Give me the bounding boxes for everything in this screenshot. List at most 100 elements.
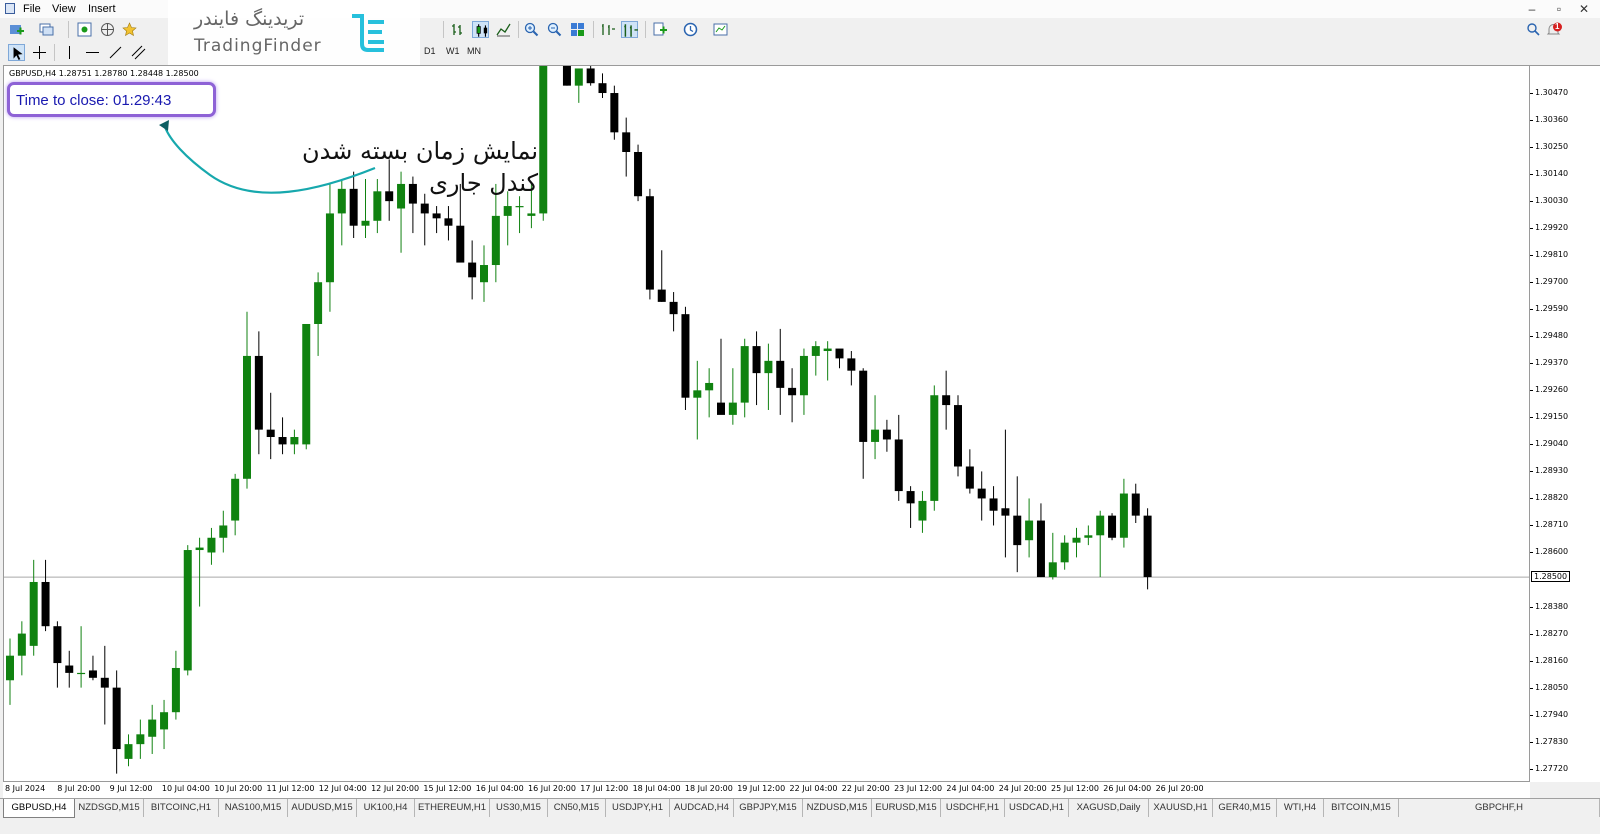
navigator-icon[interactable] xyxy=(99,21,116,38)
candle xyxy=(1096,510,1105,578)
date-axis: 8 Jul 2024 8 Jul 20:00 9 Jul 12:00 10 Jul 0… xyxy=(3,782,1530,798)
candle xyxy=(100,645,109,725)
zoom-in-icon[interactable] xyxy=(523,21,540,38)
chart-tab[interactable]: GBPJPY,M15 xyxy=(734,799,803,817)
candle-body xyxy=(243,355,251,479)
candle-body xyxy=(930,395,939,501)
price-label: 1.29810 xyxy=(1535,250,1569,260)
market-watch-icon[interactable] xyxy=(76,21,93,38)
channel-icon[interactable] xyxy=(130,44,147,61)
chart-tab[interactable]: UK100,H4 xyxy=(357,799,415,817)
candle xyxy=(77,626,86,688)
menu-file[interactable]: File xyxy=(23,3,41,15)
price-tick xyxy=(1530,201,1533,203)
timeframe-mn[interactable]: MN xyxy=(467,46,481,56)
price-label: 1.28600 xyxy=(1535,547,1569,557)
chart-tab[interactable]: NZDUSD,M15 xyxy=(803,799,872,817)
candlestick-icon[interactable] xyxy=(472,21,489,38)
chart-tab[interactable]: AUDCAD,H4 xyxy=(670,799,734,817)
candle-body xyxy=(491,215,500,266)
candle xyxy=(468,240,477,300)
candle xyxy=(254,331,263,455)
candle-body xyxy=(799,355,808,396)
crosshair-icon[interactable] xyxy=(31,44,48,61)
indicators-icon[interactable] xyxy=(652,21,669,38)
price-label: 1.29920 xyxy=(1535,223,1569,233)
candle xyxy=(231,473,240,536)
candle xyxy=(1108,513,1117,541)
chart-tab[interactable]: ETHEREUM,H1 xyxy=(415,799,490,817)
templates-icon[interactable] xyxy=(712,21,729,38)
candle-body xyxy=(1013,515,1022,546)
candle xyxy=(705,368,714,418)
candle-body xyxy=(278,437,287,445)
restore-icon[interactable]: ▫ xyxy=(1549,0,1569,18)
candle xyxy=(728,368,737,425)
chart-tab[interactable]: CN50,M15 xyxy=(548,799,606,817)
chart-tab[interactable]: XAUUSD,H1 xyxy=(1149,799,1213,817)
chart-tab[interactable]: US30,M15 xyxy=(490,799,548,817)
candle xyxy=(53,621,62,688)
candle-body xyxy=(562,66,571,86)
chart-tab[interactable]: AUDUSD,M15 xyxy=(288,799,357,817)
candle-body xyxy=(160,712,169,730)
candle xyxy=(562,66,571,86)
tile-windows-icon[interactable] xyxy=(569,21,586,38)
autoscroll-icon[interactable] xyxy=(621,21,638,38)
vertical-line-icon[interactable] xyxy=(61,44,78,61)
search-icon[interactable] xyxy=(1525,21,1542,38)
date-label: 22 Jul 04:00 xyxy=(789,784,838,793)
candle-body xyxy=(1119,493,1128,538)
chart-tabs: GBPUSD,H4 NZDSGD,M15 BITCOINC,H1 NAS100,M15… xyxy=(0,798,1600,819)
chart-tab[interactable]: USDJPY,H1 xyxy=(606,799,670,817)
chart-tab[interactable]: NAS100,M15 xyxy=(219,799,288,817)
candle xyxy=(432,206,441,234)
candle xyxy=(942,370,951,430)
candle xyxy=(823,341,832,381)
candle xyxy=(669,292,678,332)
profiles-icon[interactable] xyxy=(38,21,55,38)
candle xyxy=(1036,503,1045,578)
chart-tab[interactable]: EURUSD,M15 xyxy=(872,799,941,817)
zoom-out-icon[interactable] xyxy=(546,21,563,38)
close-icon[interactable]: ✕ xyxy=(1574,0,1594,18)
candle-body xyxy=(195,547,204,551)
price-tick xyxy=(1530,633,1533,635)
price-label: 1.29370 xyxy=(1535,358,1569,368)
chart-tab[interactable]: WTI,H4 xyxy=(1277,799,1324,817)
favorites-icon[interactable] xyxy=(121,21,138,38)
chart-tab[interactable]: GER40,M15 xyxy=(1213,799,1277,817)
chart-tab[interactable]: NZDSGD,M15 xyxy=(75,799,144,817)
candle xyxy=(1013,476,1022,573)
timeframe-w1[interactable]: W1 xyxy=(446,46,460,56)
chart-tab[interactable]: BITCOINC,H1 xyxy=(144,799,219,817)
trendline-icon[interactable] xyxy=(107,44,124,61)
cursor-icon[interactable] xyxy=(8,44,25,61)
periods-icon[interactable] xyxy=(682,21,699,38)
chart-tab[interactable]: USDCAD,H1 xyxy=(1005,799,1069,817)
bar-chart-icon[interactable] xyxy=(449,21,466,38)
price-label: 1.27940 xyxy=(1535,709,1569,719)
candle xyxy=(1131,483,1140,524)
chart-tab[interactable]: USDCHF,H1 xyxy=(941,799,1005,817)
chart-shift-icon[interactable] xyxy=(599,21,616,38)
chart-tab[interactable]: XAGUSD,Daily xyxy=(1069,799,1149,817)
chart-tab[interactable]: GBPUSD,H4 xyxy=(3,799,75,818)
candle xyxy=(88,655,97,681)
chart-tab[interactable]: GBPCHF,H xyxy=(1399,799,1600,817)
candle xyxy=(574,68,583,103)
menu-view[interactable]: View xyxy=(52,3,76,15)
menu-insert[interactable]: Insert xyxy=(88,3,116,15)
candle xyxy=(302,323,311,450)
minimize-icon[interactable]: ‒ xyxy=(1522,0,1542,18)
candle-body xyxy=(100,677,109,688)
horizontal-line-icon[interactable] xyxy=(84,44,101,61)
new-chart-icon[interactable] xyxy=(8,21,25,38)
price-tick xyxy=(1530,120,1533,122)
price-label: 1.30250 xyxy=(1535,142,1569,152)
line-chart-icon[interactable] xyxy=(495,21,512,38)
candle xyxy=(243,311,251,489)
candle xyxy=(740,338,749,418)
chart-tab[interactable]: BITCOIN,M15 xyxy=(1324,799,1399,817)
timeframe-d1[interactable]: D1 xyxy=(424,46,436,56)
